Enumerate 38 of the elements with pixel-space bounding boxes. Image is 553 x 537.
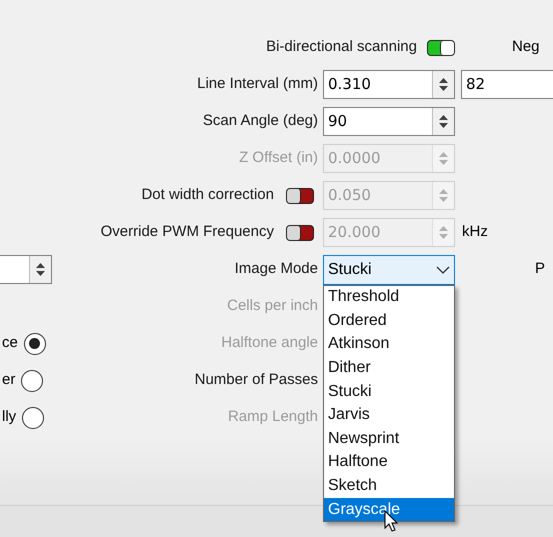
spinner-buttons[interactable] <box>432 71 454 98</box>
dropdown-option[interactable]: Dither <box>324 356 454 380</box>
unit-label: kHz <box>462 222 488 242</box>
setting-label: Halftone angle <box>221 333 318 354</box>
dropdown-option[interactable]: Grayscale <box>324 498 454 522</box>
radio-label: ce <box>2 333 18 354</box>
toggle-switch[interactable] <box>427 40 455 56</box>
setting-label: Scan Angle (deg) <box>202 111 318 132</box>
setting-label: Bi-directional scanning <box>266 37 417 58</box>
chevron-down-icon <box>436 266 450 274</box>
dropdown-option[interactable]: Threshold <box>324 286 454 310</box>
dropdown-option[interactable]: Atkinson <box>324 332 454 356</box>
setting-label: Cells per inch <box>227 296 318 316</box>
setting-label: Override PWM Frequency <box>100 222 274 242</box>
spin-field[interactable]: 90 <box>323 107 455 136</box>
radio-label: er <box>2 370 16 390</box>
dropdown-option[interactable]: Newsprint <box>324 427 454 451</box>
radio-label: lly <box>2 407 16 428</box>
dropdown-option[interactable]: Sketch <box>324 474 454 498</box>
dropdown-option[interactable]: Halftone <box>324 450 454 474</box>
dropdown-option[interactable]: Jarvis <box>324 403 454 428</box>
spinner-buttons[interactable] <box>29 256 51 283</box>
setting-label: Line Interval (mm) <box>197 74 318 94</box>
spin-field[interactable]: 0.310 <box>323 70 455 99</box>
setting-label: Dot width correction <box>141 185 274 206</box>
spinner-buttons[interactable] <box>432 108 454 135</box>
dropdown-option[interactable]: Stucki <box>324 380 454 404</box>
text-field[interactable]: 82 <box>461 70 553 99</box>
setting-label: Neg <box>512 37 540 58</box>
setting-label: Number of Passes <box>194 370 318 390</box>
spin-field[interactable] <box>0 255 52 284</box>
dropdown-option[interactable]: Ordered <box>324 309 454 333</box>
setting-label: Image Mode <box>234 259 318 280</box>
setting-label: P <box>535 259 546 280</box>
image-mode-dropdown[interactable]: Stucki <box>323 254 455 284</box>
radio-button[interactable] <box>21 370 44 392</box>
setting-label: Z Offset (in) <box>239 148 318 168</box>
setting-label: Ramp Length <box>228 407 318 428</box>
